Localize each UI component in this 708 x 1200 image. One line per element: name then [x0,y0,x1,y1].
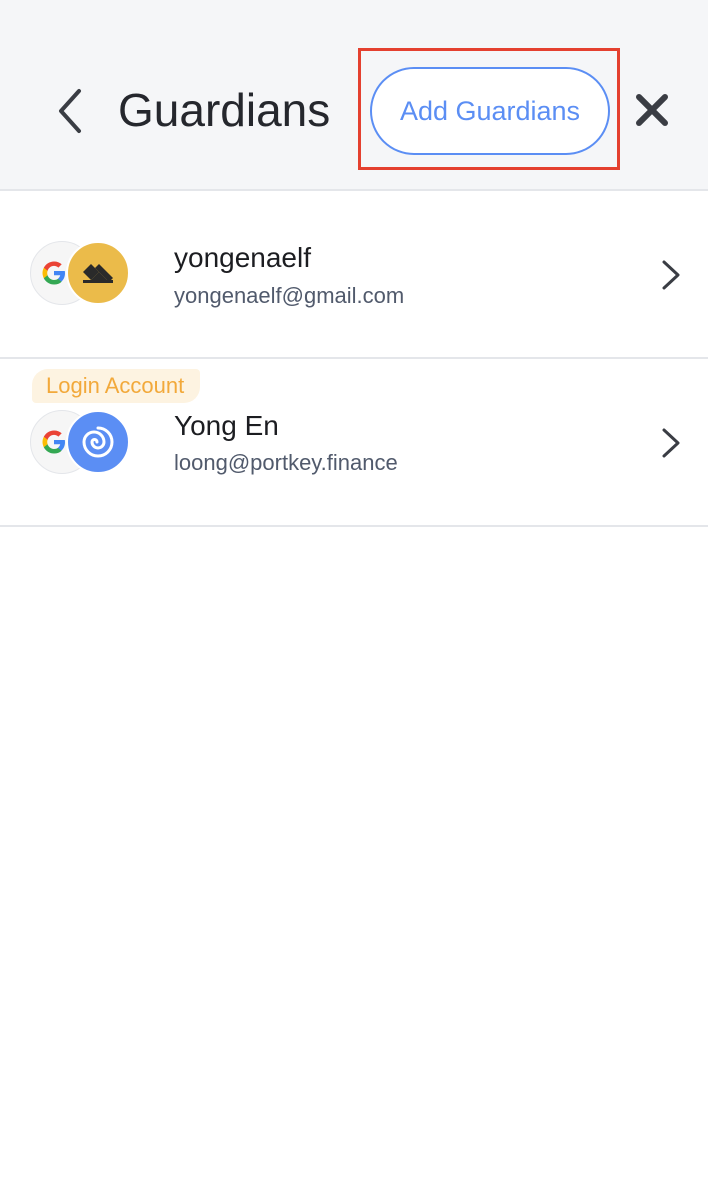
portkey-swirl-icon [66,410,130,474]
add-guardians-button[interactable]: Add Guardians [370,67,610,155]
login-account-badge: Login Account [32,369,201,403]
guardian-row[interactable]: yongenaelf yongenaelf@gmail.com [0,191,708,359]
guardian-email: yongenaelf@gmail.com [174,283,405,308]
back-button[interactable] [50,84,90,138]
guardian-row[interactable]: Login Account Yong En loong@portkey.fina… [0,359,708,527]
guardian-email: loong@portkey.finance [174,450,398,475]
chevron-right-icon [656,257,686,293]
close-button[interactable] [630,88,674,132]
guardian-name: Yong En [174,410,279,441]
page-title: Guardians [118,84,331,136]
guardian-name: yongenaelf [174,242,312,273]
header: Guardians Add Guardians [0,0,708,191]
chevron-left-icon [59,89,81,133]
chevron-right-icon [656,425,686,461]
verifier-gold-icon [66,241,130,305]
close-icon [636,94,668,126]
